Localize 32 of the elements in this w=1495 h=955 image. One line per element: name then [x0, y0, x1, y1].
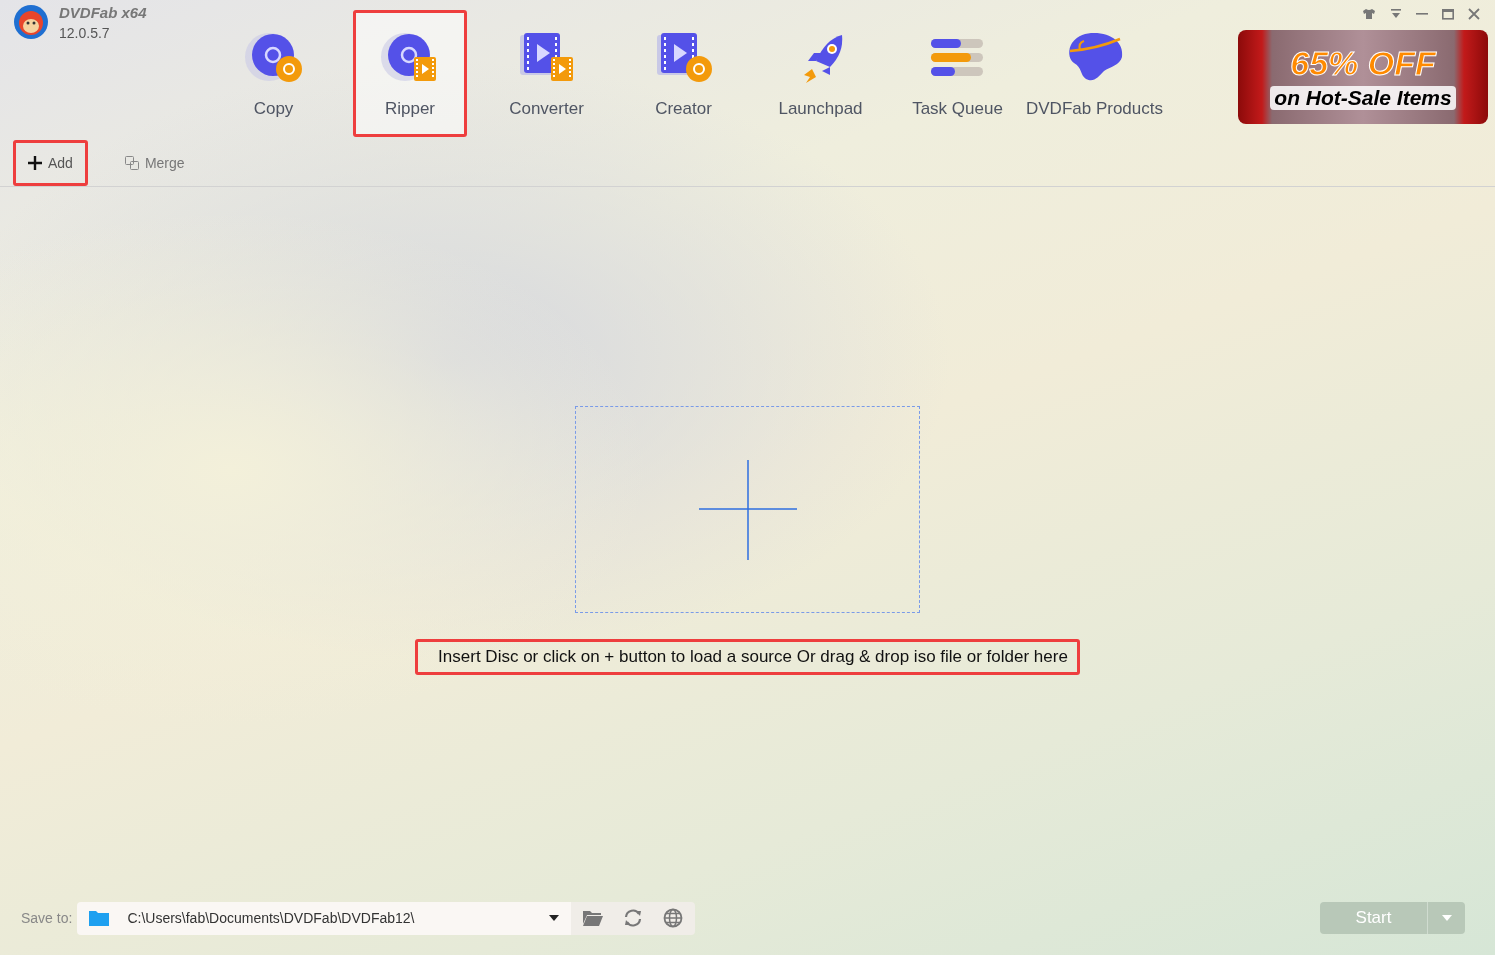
monkey-logo-icon — [13, 4, 49, 40]
dropdown-menu-icon[interactable] — [1390, 8, 1402, 20]
plus-icon — [698, 459, 797, 560]
nav-tab[interactable]: Copy — [205, 10, 342, 137]
merge-icon — [124, 156, 139, 170]
folder-icon — [89, 910, 110, 926]
nav-tab[interactable]: Creator — [615, 10, 752, 137]
caret-icon[interactable] — [549, 915, 560, 921]
app-version: 12.0.5.7 — [59, 25, 111, 41]
save-path-field[interactable]: C:\Users\fab\Documents\DVDFab\DVDFab12\ — [77, 901, 572, 935]
nav-tab[interactable]: Launchpad — [752, 10, 889, 137]
film-icon — [654, 31, 713, 85]
promo-subline: on Hot-Sale Items — [1270, 86, 1456, 110]
app-name: DVDFab x64 — [59, 4, 147, 21]
globe-icon[interactable] — [663, 908, 684, 928]
toolbar-button[interactable]: Add — [13, 140, 88, 186]
nav-tab[interactable]: Task Queue — [889, 10, 1026, 137]
close-icon[interactable] — [1468, 8, 1480, 20]
nav-tab[interactable]: Converter — [478, 10, 615, 137]
disc-icon — [244, 31, 303, 85]
plus-icon — [28, 156, 42, 170]
nav-tab[interactable]: DVDFab Products — [1026, 10, 1163, 137]
save-to-label: Save to: — [21, 910, 73, 926]
nav-tab[interactable]: Ripper — [353, 10, 467, 137]
refresh-icon[interactable] — [623, 908, 644, 928]
caret-icon — [1441, 915, 1452, 921]
shirt-icon[interactable] — [1362, 8, 1376, 20]
drop-hint: Insert Disc or click on + button to load a source Or drag & drop iso file or folder here — [415, 639, 1080, 675]
promo-headline: 65% OFF — [1290, 44, 1436, 82]
open-folder-icon[interactable] — [583, 910, 604, 926]
maximize-icon[interactable] — [1442, 8, 1454, 20]
promo-banner[interactable]: 65% OFF on Hot-Sale Items — [1238, 30, 1488, 124]
